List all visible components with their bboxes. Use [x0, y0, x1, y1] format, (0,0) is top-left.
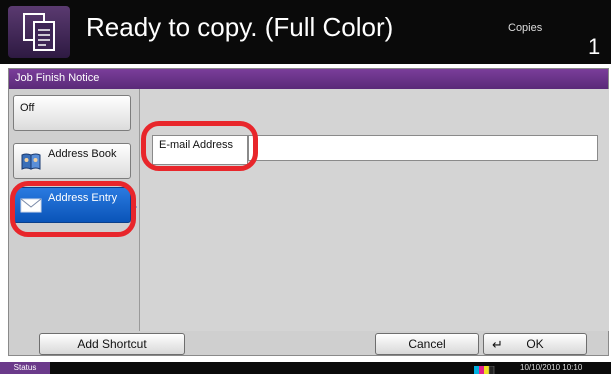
ok-button-label: OK — [526, 337, 544, 351]
email-address-field[interactable] — [248, 135, 598, 161]
enter-icon: ↵ — [492, 337, 503, 352]
address-book-label: Address Book — [48, 148, 117, 160]
toner-level-icon — [474, 363, 496, 374]
date-time: 10/10/2010 10:10 — [520, 363, 583, 372]
highlight-ring-address-entry — [10, 181, 136, 237]
panel-title: Job Finish Notice — [15, 72, 100, 84]
status-bar: Status 10/10/2010 10:10 — [0, 362, 611, 374]
off-button[interactable]: Off — [13, 95, 131, 131]
copies-count: 1 — [588, 34, 601, 59]
off-button-label: Off — [20, 102, 35, 114]
address-book-icon — [20, 151, 42, 171]
copies-label: Copies — [508, 22, 543, 34]
highlight-ring-email-address — [141, 121, 258, 171]
add-shortcut-button[interactable]: Add Shortcut — [39, 333, 185, 355]
address-book-button[interactable]: Address Book — [13, 143, 131, 179]
ok-button[interactable]: ↵ OK — [483, 333, 587, 355]
header-bar: Ready to copy. (Full Color) Copies 1 — [0, 0, 611, 64]
cancel-button[interactable]: Cancel — [375, 333, 479, 355]
page-title: Ready to copy. (Full Color) — [86, 12, 394, 42]
status-button[interactable]: Status — [0, 362, 50, 374]
copy-mode-icon — [8, 6, 70, 58]
panel-title-bar: Job Finish Notice — [9, 69, 608, 89]
